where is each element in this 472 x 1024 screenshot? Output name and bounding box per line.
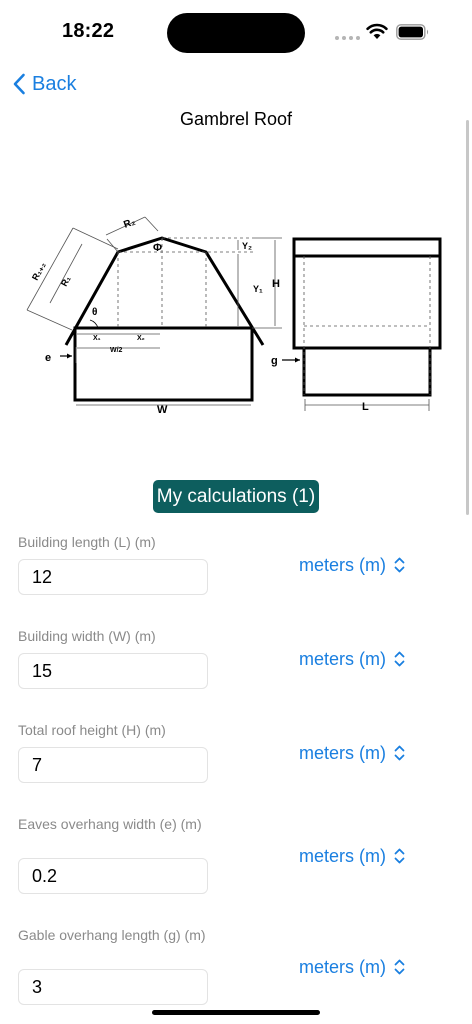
label-theta: θ (92, 307, 97, 318)
side-roof-body (292, 254, 442, 350)
eaves-overhang-unit-select[interactable]: meters (m) (299, 844, 405, 868)
label-x2: X₂ (137, 335, 145, 342)
label-h: H (272, 278, 280, 290)
status-bar: 18:22 (0, 0, 472, 62)
label-r2: R₂ (122, 216, 137, 230)
label-x1: X₁ (93, 335, 101, 342)
chevron-up-down-icon (394, 848, 405, 864)
side-wall (302, 346, 432, 397)
label-w: W (157, 404, 168, 416)
label-e: e (45, 352, 51, 364)
unit-label: meters (m) (299, 742, 386, 763)
status-time: 18:22 (62, 20, 115, 42)
chevron-up-down-icon (394, 651, 405, 667)
label-r1-2: R₁₊₂ (30, 260, 48, 281)
building-width-unit-select[interactable]: meters (m) (299, 647, 405, 671)
home-indicator[interactable] (152, 1010, 320, 1015)
building-length-unit-select[interactable]: meters (m) (299, 553, 405, 577)
building-width-input[interactable]: 15 (18, 653, 208, 689)
eaves-overhang-input[interactable]: 0.2 (18, 858, 208, 894)
chevron-up-down-icon (394, 959, 405, 975)
scrollbar[interactable] (466, 120, 469, 515)
building-width-label: Building width (W) (m) (18, 628, 156, 644)
battery-icon (396, 24, 429, 40)
back-button[interactable]: Back (12, 70, 76, 98)
unit-label: meters (m) (299, 554, 386, 575)
back-label: Back (32, 72, 77, 95)
label-r1: R₁ (59, 274, 73, 288)
eaves-overhang-label: Eaves overhang width (e) (m) (18, 816, 202, 832)
label-y1: Y₁ (253, 284, 263, 294)
total-roof-height-unit-select[interactable]: meters (m) (299, 741, 405, 765)
label-y2: Y₂ (242, 241, 252, 251)
side-roof-top (292, 237, 442, 258)
label-phi: Φ (153, 242, 162, 254)
unit-label: meters (m) (299, 956, 386, 977)
chevron-up-down-icon (394, 557, 405, 573)
wifi-icon (366, 23, 388, 39)
my-calculations-button[interactable]: My calculations (1) (153, 480, 319, 513)
label-l: L (362, 401, 369, 413)
total-roof-height-label: Total roof height (H) (m) (18, 722, 166, 738)
gable-overhang-input[interactable]: 3 (18, 969, 208, 1005)
unit-label: meters (m) (299, 648, 386, 669)
gable-overhang-label: Gable overhang length (g) (m) (18, 927, 206, 943)
page-title: Gambrel Roof (179, 109, 293, 129)
building-length-input[interactable]: 12 (18, 559, 208, 595)
chevron-up-down-icon (394, 745, 405, 761)
gable-overhang-unit-select[interactable]: meters (m) (299, 955, 405, 979)
label-w-half: W/2 (110, 347, 123, 354)
label-g: g (271, 355, 278, 367)
front-wall (73, 326, 254, 402)
cellular-signal-icon (335, 36, 361, 40)
gambrel-roof-diagram: R₂ Φ Y₂ H Y₁ R₁₊₂ R₁ θ X₁ X₂ W/2 e W g L (26, 216, 442, 416)
building-length-label: Building length (L) (m) (18, 534, 156, 550)
total-roof-height-input[interactable]: 7 (18, 747, 208, 783)
unit-label: meters (m) (299, 845, 386, 866)
chevron-left-icon (13, 73, 25, 95)
dynamic-island (167, 13, 305, 53)
